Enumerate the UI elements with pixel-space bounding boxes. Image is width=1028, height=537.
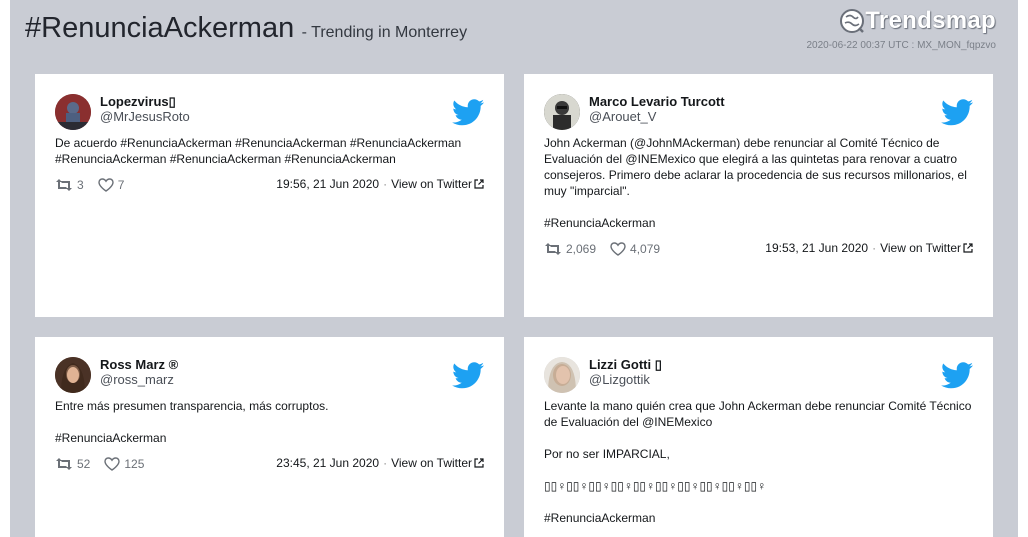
tweet-card: Marco Levario Turcott @Arouet_V John Ack…	[524, 74, 993, 317]
tweet-text: Levante la mano quién crea que John Acke…	[544, 398, 972, 526]
external-link-icon	[963, 243, 973, 253]
globe-icon	[840, 9, 865, 33]
tweet-paragraph: #RenunciaAckerman	[544, 216, 656, 230]
tweet-time: 23:45, 21 Jun 2020 · View on Twitter	[276, 456, 484, 470]
tweet-paragraph: #RenunciaAckerman	[544, 511, 656, 525]
tweet-timestamp[interactable]: 19:56, 21 Jun 2020	[276, 177, 379, 191]
like-count[interactable]: 125	[104, 457, 144, 471]
tweet-author-name[interactable]: Ross Marz ®	[100, 357, 178, 372]
view-on-twitter-label: View on Twitter	[391, 177, 472, 191]
tweet-card: Lopezvirus▯ @MrJesusRoto De acuerdo #Ren…	[35, 74, 504, 317]
twitter-bird-icon[interactable]	[941, 362, 973, 389]
heart-icon	[97, 178, 114, 192]
trendsmap-logo[interactable]: Trendsmap	[839, 7, 996, 35]
view-on-twitter-label: View on Twitter	[391, 456, 472, 470]
view-on-twitter-link[interactable]: View on Twitter	[391, 177, 484, 191]
trend-hashtag[interactable]: #RenunciaAckerman	[25, 12, 294, 44]
retweet-value: 52	[77, 457, 91, 471]
retweet-icon	[545, 243, 561, 255]
avatar[interactable]	[55, 94, 91, 130]
tweet-author-handle[interactable]: @Lizgottik	[589, 372, 650, 387]
like-count[interactable]: 7	[97, 178, 125, 192]
trend-location: - Trending in Monterrey	[301, 24, 468, 41]
like-value: 7	[117, 178, 125, 192]
retweet-value: 2,069	[566, 242, 597, 256]
tweet-card: Lizzi Gotti ▯ @Lizgottik Levante la mano…	[524, 337, 993, 537]
timestamp-meta: 2020-06-22 00:37 UTC : MX_MON_fqpzvo	[806, 40, 996, 51]
external-link-icon	[474, 179, 484, 189]
retweet-icon	[56, 458, 72, 470]
like-value: 4,079	[630, 242, 661, 256]
tweet-author-name[interactable]: Marco Levario Turcott	[589, 94, 725, 109]
twitter-bird-icon[interactable]	[452, 362, 484, 389]
twitter-bird-icon[interactable]	[452, 99, 484, 126]
retweet-count[interactable]: 2,069	[544, 242, 596, 256]
retweet-value: 3	[77, 178, 84, 192]
external-link-icon	[474, 458, 484, 468]
tweet-card: Ross Marz ® @ross_marz Entre más presume…	[35, 337, 504, 537]
avatar[interactable]	[544, 94, 580, 130]
tweet-text: Entre más presumen transparencia, más co…	[55, 398, 483, 446]
page-title: #RenunciaAckerman - Trending in Monterre…	[25, 12, 467, 45]
like-count[interactable]: 4,079	[610, 242, 660, 256]
tweet-paragraph: De acuerdo #RenunciaAckerman #RenunciaAc…	[55, 136, 462, 166]
retweet-icon	[56, 179, 72, 191]
tweet-author-handle[interactable]: @ross_marz	[100, 372, 174, 387]
view-on-twitter-link[interactable]: View on Twitter	[391, 456, 484, 470]
logo-text: Trendsmap	[865, 7, 996, 34]
tweet-paragraph: Por no ser IMPARCIAL,	[544, 447, 670, 461]
like-value: 125	[124, 457, 145, 471]
retweet-count[interactable]: 52	[55, 457, 90, 471]
tweet-text: John Ackerman (@JohnMAckerman) debe renu…	[544, 135, 972, 231]
tweet-stats: 2,069 4,079	[544, 242, 674, 256]
avatar[interactable]	[544, 357, 580, 393]
tweet-paragraph: Levante la mano quién crea que John Acke…	[544, 399, 972, 429]
heart-icon	[104, 457, 121, 471]
tweet-paragraph: ▯▯♀▯▯♀▯▯♀▯▯♀▯▯♀▯▯♀▯▯♀▯▯♀▯▯♀▯▯♀	[544, 479, 767, 493]
tweet-text: De acuerdo #RenunciaAckerman #RenunciaAc…	[55, 135, 483, 167]
heart-icon	[610, 242, 626, 256]
tweet-time: 19:53, 21 Jun 2020 · View on Twitter	[765, 241, 973, 255]
tweet-paragraph: #RenunciaAckerman	[55, 431, 167, 445]
twitter-bird-icon[interactable]	[941, 99, 973, 126]
tweet-author-handle[interactable]: @Arouet_V	[589, 109, 656, 124]
tweet-author-name[interactable]: Lopezvirus▯	[100, 94, 176, 110]
tweet-time: 19:56, 21 Jun 2020 · View on Twitter	[276, 177, 484, 191]
tweet-author-name[interactable]: Lizzi Gotti ▯	[589, 357, 662, 373]
tweet-stats: 3 7	[55, 178, 138, 192]
tweet-stats: 52 125	[55, 457, 158, 471]
view-on-twitter-label: View on Twitter	[880, 241, 961, 255]
tweet-timestamp[interactable]: 19:53, 21 Jun 2020	[765, 241, 868, 255]
avatar[interactable]	[55, 357, 91, 393]
tweet-paragraph: John Ackerman (@JohnMAckerman) debe renu…	[544, 136, 967, 198]
page-background: #RenunciaAckerman - Trending in Monterre…	[10, 0, 1018, 537]
tweet-timestamp[interactable]: 23:45, 21 Jun 2020	[276, 456, 379, 470]
tweet-author-handle[interactable]: @MrJesusRoto	[100, 109, 190, 124]
view-on-twitter-link[interactable]: View on Twitter	[880, 241, 973, 255]
retweet-count[interactable]: 3	[55, 178, 84, 192]
tweet-paragraph: Entre más presumen transparencia, más co…	[55, 399, 329, 413]
